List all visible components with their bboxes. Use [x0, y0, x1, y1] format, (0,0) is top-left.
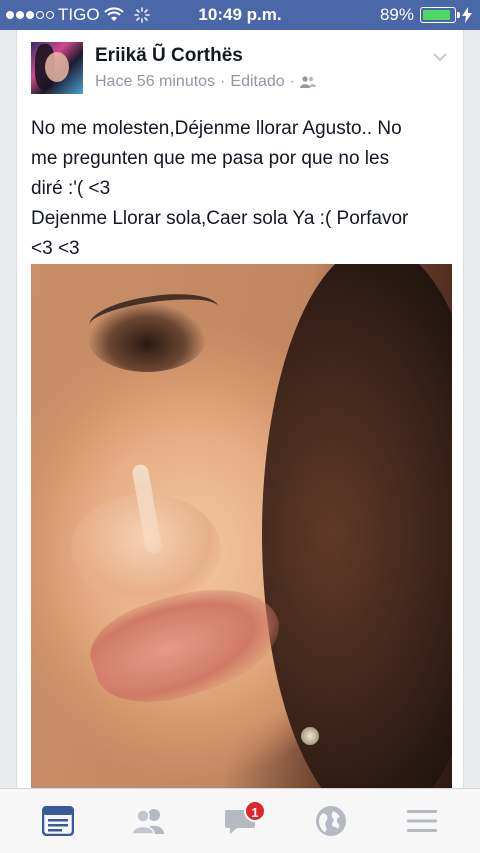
news-feed-icon [41, 806, 74, 836]
post-meta: Hace 56 minutos · Editado · [95, 73, 316, 91]
post-photo[interactable] [31, 264, 452, 788]
post-text-line: me pregunten que me pasa por que no les [31, 148, 390, 169]
battery-status: 89% [380, 5, 472, 25]
post-text: No me molesten,Déjenme llorar Agusto.. N… [31, 114, 451, 264]
tab-news-feed[interactable] [28, 796, 88, 846]
post-text-line: No me molesten,Déjenme llorar Agusto.. N… [31, 118, 402, 139]
edited-label[interactable]: Editado [230, 73, 284, 91]
charging-icon [462, 7, 472, 23]
post-card: Eriikä Ũ Corthës Hace 56 minutos · Edita… [16, 30, 464, 788]
meta-separator-2: · [289, 73, 295, 90]
battery-icon [420, 7, 460, 23]
tab-notifications[interactable] [301, 796, 361, 846]
author-avatar[interactable] [31, 42, 83, 94]
menu-icon [407, 810, 438, 832]
messages-badge: 1 [243, 800, 266, 822]
globe-icon [316, 806, 347, 836]
author-name[interactable]: Eriikä Ũ Corthës [95, 45, 243, 67]
post-text-line: diré :'( <3 [31, 178, 111, 199]
post-timestamp[interactable]: Hace 56 minutos [95, 73, 215, 91]
meta-separator: · [220, 73, 226, 90]
tab-friend-requests[interactable] [119, 796, 179, 846]
tab-messages[interactable]: 1 [210, 796, 270, 846]
chevron-down-icon[interactable] [433, 52, 447, 62]
bottom-tab-bar: 1 [0, 788, 480, 853]
tab-more[interactable] [392, 796, 452, 846]
battery-percent: 89% [379, 5, 414, 24]
post-text-line: <3 <3 [31, 238, 80, 259]
post-text-line: Dejenme Llorar sola,Caer sola Ya :( Porf… [31, 208, 409, 229]
status-bar: TIGO 10:49 p.m. 89% [0, 0, 480, 30]
friends-audience-icon [299, 76, 316, 88]
friends-icon [131, 809, 164, 835]
